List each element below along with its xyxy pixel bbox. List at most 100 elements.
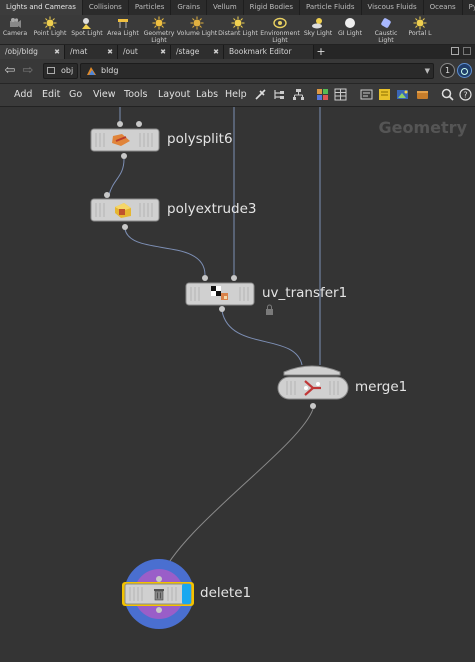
pane-tab-label: /obj/bldg — [5, 47, 38, 56]
shelf-tab[interactable]: Pyro FX — [463, 0, 475, 15]
shelf-tool-environment-light[interactable]: Environment Light — [258, 15, 302, 44]
pane-tab-label: Bookmark Editor — [229, 47, 292, 56]
menu-layout[interactable]: Layout — [158, 84, 190, 106]
shelf-tab[interactable]: Particles — [129, 0, 172, 15]
shelf-tool-geometry-light[interactable]: Geometry Light — [142, 15, 176, 44]
shelf-tool-label: Spot Light — [71, 30, 103, 37]
shelf-tool-gi-light[interactable]: GI Light — [334, 15, 366, 44]
shelf-tab[interactable]: Grains — [171, 0, 207, 15]
wrench-icon[interactable] — [254, 88, 267, 101]
shelf-tool-caustic-light[interactable]: Caustic Light — [366, 15, 406, 44]
node-uv-transfer1[interactable] — [185, 275, 273, 315]
path-dropdown-icon[interactable]: ▼ — [425, 64, 430, 78]
wire-merge1-to-delete1 — [159, 408, 314, 580]
shelf-tab[interactable]: Oceans — [424, 0, 463, 15]
pane-tab[interactable]: Bookmark Editor — [224, 45, 314, 59]
pane-tab[interactable]: /mat ✖ — [65, 45, 118, 59]
node-input-port[interactable] — [202, 275, 208, 281]
node-input-port[interactable] — [136, 121, 142, 127]
node-polyextrude3[interactable] — [90, 192, 160, 230]
shelf-tab[interactable]: Collisions — [83, 0, 129, 15]
close-tab-icon[interactable]: ✖ — [213, 45, 219, 59]
node-input-port[interactable] — [283, 365, 341, 376]
close-tab-icon[interactable]: ✖ — [54, 45, 60, 59]
back-arrow-icon[interactable]: ⇦ — [3, 64, 17, 78]
pane-tab[interactable]: /out ✖ — [118, 45, 171, 59]
pin-badge[interactable]: 1 — [440, 63, 455, 78]
node-polysplit6[interactable] — [90, 121, 160, 159]
close-tab-icon[interactable]: ✖ — [160, 45, 166, 59]
pane-tab[interactable]: /stage ✖ — [171, 45, 224, 59]
lock-icon — [266, 304, 273, 315]
shelf-tool-portal-light[interactable]: Portal L — [406, 15, 434, 44]
shelf-tool-label: Sky Light — [303, 30, 333, 37]
node-input-port[interactable] — [104, 192, 110, 198]
menu-view[interactable]: View — [93, 84, 116, 106]
menu-labs[interactable]: Labs — [196, 84, 218, 106]
pane-tab-label: /mat — [70, 47, 88, 56]
menu-go[interactable]: Go — [69, 84, 82, 106]
pane-tab-bar: /obj/bldg ✖ /mat ✖ /out ✖ /stage ✖ Bookmark Edit… — [0, 45, 475, 59]
display-flag[interactable] — [182, 584, 191, 604]
shelf-tool-label: GI Light — [337, 30, 363, 37]
shelf-tab[interactable]: Particle Fluids — [300, 0, 362, 15]
shelf-tool-label: Environment Light — [260, 30, 300, 44]
image-background-icon[interactable] — [396, 88, 409, 101]
shelf-tool-point-light[interactable]: Point Light — [30, 15, 70, 44]
node-output-port[interactable] — [122, 224, 128, 230]
geometry-object-icon — [86, 66, 97, 76]
maximize-pane-icon[interactable] — [463, 47, 471, 55]
camera-icon — [10, 18, 21, 28]
shelf-tool-distant-light[interactable]: Distant Light — [218, 15, 258, 44]
path-root-field[interactable]: obj — [43, 63, 78, 79]
network-box-icon[interactable] — [416, 88, 429, 101]
hierarchy-icon[interactable] — [292, 88, 305, 101]
node-input-port[interactable] — [156, 576, 162, 582]
shelf-tool-label: Portal L — [408, 30, 432, 37]
node-input-port[interactable] — [117, 121, 123, 127]
tree-layout-icon[interactable] — [273, 88, 286, 101]
add-tab-icon[interactable]: + — [314, 45, 328, 59]
shelf-tool-spot-light[interactable]: Spot Light — [70, 15, 104, 44]
network-editor[interactable]: Geometry polysplit6 polyextrude3 uv_tran… — [0, 107, 475, 662]
menu-add[interactable]: Add — [14, 84, 32, 106]
node-output-port[interactable] — [310, 403, 316, 409]
menu-tools[interactable]: Tools — [124, 84, 147, 106]
link-status-icon[interactable] — [457, 63, 472, 78]
node-label-polyextrude3: polyextrude3 — [167, 201, 257, 217]
node-output-port[interactable] — [156, 607, 162, 613]
node-delete1[interactable] — [122, 559, 194, 629]
shelf-tool-area-light[interactable]: Area Light — [104, 15, 142, 44]
gi-light-icon — [345, 18, 355, 28]
menu-edit[interactable]: Edit — [42, 84, 60, 106]
shelf-tool-camera[interactable]: Camera — [0, 15, 30, 44]
help-icon[interactable]: ? — [459, 88, 472, 101]
volume-light-icon — [190, 16, 204, 30]
parameters-icon[interactable] — [360, 88, 373, 101]
forward-arrow-icon[interactable]: ⇨ — [21, 64, 35, 78]
shelf-tab[interactable]: Lights and Cameras — [0, 0, 83, 15]
grid-view-icon[interactable] — [334, 88, 347, 101]
shelf-tab[interactable]: Viscous Fluids — [362, 0, 424, 15]
node-output-port[interactable] — [219, 306, 225, 312]
node-output-port[interactable] — [121, 153, 127, 159]
path-current-field[interactable]: bldg ▼ — [80, 63, 434, 79]
shelf-tool-label: Camera — [2, 30, 28, 37]
shelf-tool-volume-light[interactable]: Volume Light — [176, 15, 218, 44]
geometry-light-icon — [152, 16, 166, 30]
menu-help[interactable]: Help — [225, 84, 247, 106]
close-tab-icon[interactable]: ✖ — [107, 45, 113, 59]
sticky-note-icon[interactable] — [378, 88, 391, 101]
node-merge1[interactable] — [277, 365, 349, 409]
shelf-tool-sky-light[interactable]: Sky Light — [302, 15, 334, 44]
shelf-tab[interactable]: Vellum — [207, 0, 244, 15]
pane-tab-label: /stage — [176, 47, 200, 56]
pane-tab-label: /out — [123, 47, 138, 56]
color-palette-icon[interactable] — [316, 88, 329, 101]
node-label-uv-transfer1: uv_transfer1 — [262, 285, 348, 301]
node-input-port[interactable] — [231, 275, 237, 281]
search-icon[interactable] — [441, 88, 454, 101]
shelf-tab[interactable]: Rigid Bodies — [244, 0, 300, 15]
pane-tab[interactable]: /obj/bldg ✖ — [0, 45, 65, 59]
split-pane-icon[interactable] — [451, 47, 459, 55]
